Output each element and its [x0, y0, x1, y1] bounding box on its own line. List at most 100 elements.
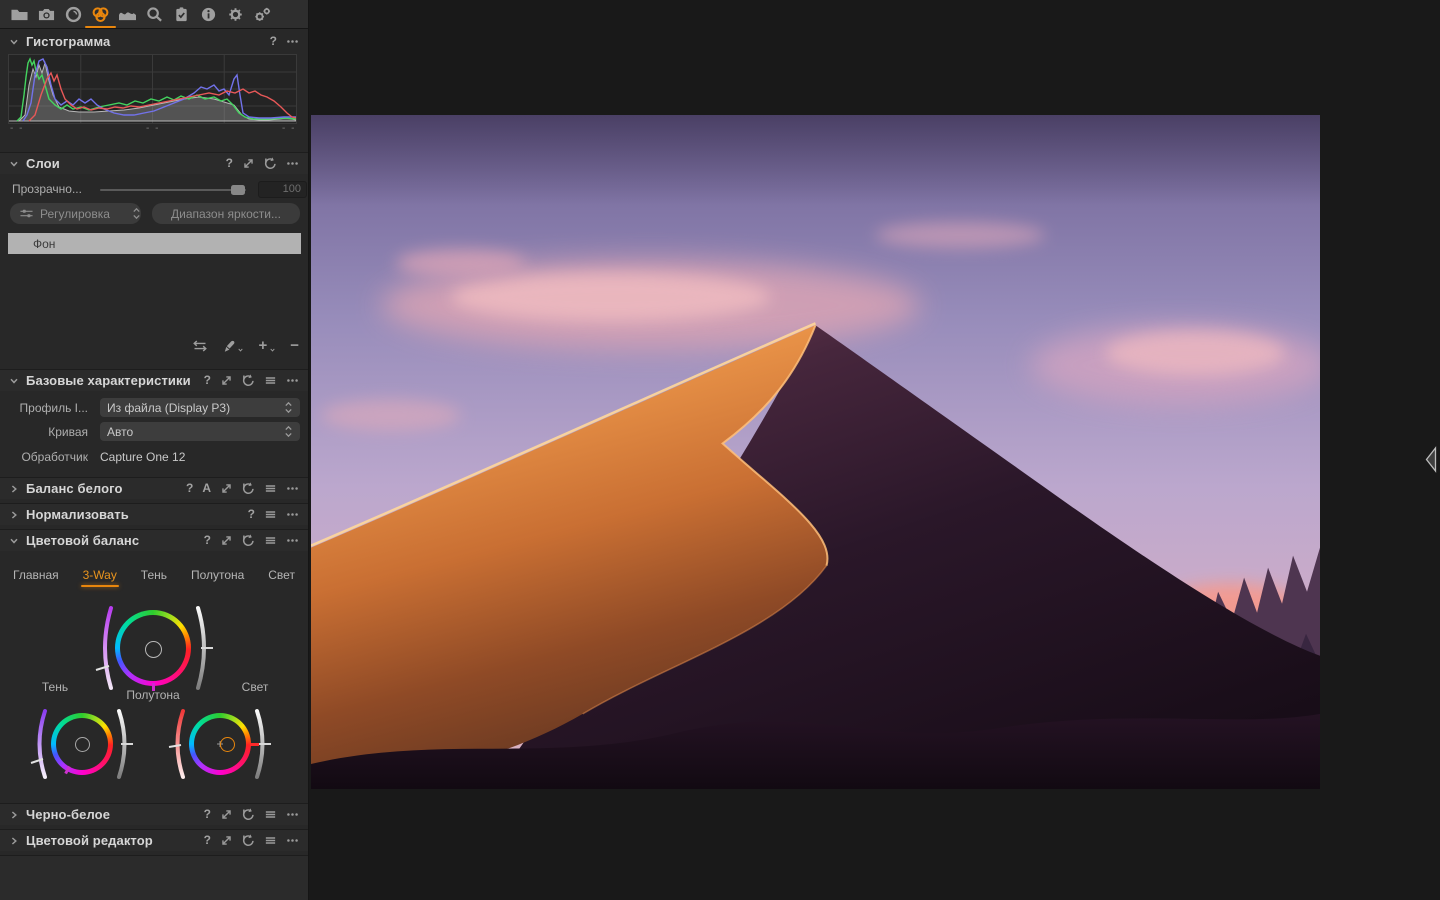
panel-header-white-balance[interactable]: Баланс белого ? A — [0, 477, 308, 499]
remove-layer-button[interactable]: − — [290, 338, 299, 353]
tab-highlight[interactable]: Свет — [268, 568, 295, 582]
shadow-wheel-cursor[interactable] — [75, 737, 90, 752]
draw-mask-button[interactable] — [222, 340, 244, 353]
help-icon[interactable]: ? — [248, 508, 255, 521]
expand-panel-icon[interactable] — [220, 482, 233, 495]
midtone-color-wheel[interactable] — [115, 610, 191, 686]
copy-adjustments-icon[interactable] — [192, 340, 208, 352]
reset-icon[interactable] — [242, 834, 255, 847]
help-icon[interactable]: ? — [226, 157, 233, 170]
tab-master[interactable]: Главная — [13, 568, 59, 582]
presets-menu-icon[interactable] — [264, 534, 277, 547]
tab-midtone[interactable]: Полутона — [191, 568, 244, 582]
presets-menu-icon[interactable] — [264, 374, 277, 387]
presets-menu-icon[interactable] — [264, 834, 277, 847]
highlight-wheel-cursor[interactable] — [220, 737, 235, 752]
tab-output[interactable] — [249, 0, 276, 28]
help-icon[interactable]: ? — [204, 808, 211, 821]
reset-icon[interactable] — [242, 482, 255, 495]
tab-details[interactable] — [141, 0, 168, 28]
help-icon[interactable]: ? — [204, 534, 211, 547]
highlight-saturation-slider[interactable] — [168, 707, 188, 781]
photo-mojave-dune[interactable] — [311, 115, 1320, 789]
panel-header-color-editor[interactable]: Цветовой редактор ? — [0, 829, 308, 851]
chevron-down-icon[interactable] — [9, 376, 19, 386]
tab-shadow[interactable]: Тень — [141, 568, 167, 582]
reset-icon[interactable] — [264, 157, 277, 170]
icc-profile-select[interactable]: Из файла (Display P3) — [100, 398, 300, 417]
tab-lens[interactable] — [60, 0, 87, 28]
process-gears-icon — [252, 6, 273, 23]
midtone-wheel-cursor[interactable] — [145, 641, 162, 658]
layer-type-dropdown[interactable]: Регулировка — [10, 203, 141, 224]
tab-adjustments[interactable] — [168, 0, 195, 28]
chevron-down-icon[interactable] — [9, 159, 19, 169]
expand-panel-icon[interactable] — [242, 157, 255, 170]
opacity-slider[interactable] — [100, 185, 246, 195]
expand-panel-icon[interactable] — [220, 534, 233, 547]
auto-adjust-icon[interactable]: A — [202, 482, 211, 495]
tab-color[interactable] — [85, 0, 116, 28]
luma-range-button[interactable]: Диапазон яркости... — [152, 203, 300, 224]
updown-chevron-icon — [284, 425, 293, 438]
expand-panel-icon[interactable] — [220, 808, 233, 821]
engine-value: Capture One 12 — [100, 449, 186, 464]
presets-menu-icon[interactable] — [264, 508, 277, 521]
tab-metadata[interactable] — [195, 0, 222, 28]
midtone-saturation-slider[interactable] — [94, 603, 116, 693]
panel-menu-icon[interactable] — [286, 834, 299, 847]
tab-exposure[interactable] — [114, 0, 141, 28]
reset-icon[interactable] — [242, 808, 255, 821]
reset-icon[interactable] — [242, 374, 255, 387]
panel-menu-icon[interactable] — [286, 482, 299, 495]
panel-title: Цветовой баланс — [26, 533, 140, 548]
curve-select[interactable]: Авто — [100, 422, 300, 441]
help-icon[interactable]: ? — [204, 834, 211, 847]
panel-header-black-white[interactable]: Черно-белое ? — [0, 803, 308, 825]
panel-header-base-characteristics[interactable]: Базовые характеристики ? — [0, 369, 308, 391]
chevron-right-icon[interactable] — [9, 836, 19, 846]
layer-row-background[interactable]: Фон — [8, 233, 301, 254]
help-icon[interactable]: ? — [186, 482, 193, 495]
highlight-color-wheel[interactable] — [189, 713, 251, 775]
chevron-right-icon[interactable] — [9, 810, 19, 820]
shadow-color-wheel[interactable] — [51, 713, 113, 775]
expand-panel-icon[interactable] — [220, 374, 233, 387]
tab-settings[interactable] — [222, 0, 249, 28]
panel-menu-icon[interactable] — [286, 157, 299, 170]
chevron-right-icon[interactable] — [9, 484, 19, 494]
opacity-value-field[interactable]: 100 — [258, 181, 307, 198]
chevron-right-icon[interactable] — [9, 510, 19, 520]
panel-menu-icon[interactable] — [286, 534, 299, 547]
panel-header-histogram[interactable]: Гистограмма ? — [0, 31, 308, 52]
add-layer-button[interactable]: + — [258, 338, 276, 353]
expand-panel-icon[interactable] — [220, 834, 233, 847]
help-icon[interactable]: ? — [204, 374, 211, 387]
shadow-wheel-title: Тень — [41, 680, 69, 694]
opacity-slider-handle[interactable] — [231, 185, 245, 195]
collapse-panel-arrow[interactable] — [1424, 446, 1437, 473]
tab-3way[interactable]: 3-Way — [80, 568, 120, 587]
reset-icon[interactable] — [242, 534, 255, 547]
tab-capture[interactable] — [33, 0, 60, 28]
presets-menu-icon[interactable] — [264, 808, 277, 821]
panel-title: Гистограмма — [26, 34, 111, 49]
help-icon[interactable]: ? — [270, 35, 277, 48]
panel-menu-icon[interactable] — [286, 808, 299, 821]
panel-header-color-balance[interactable]: Цветовой баланс ? — [0, 529, 308, 551]
panel-header-normalize[interactable]: Нормализовать ? — [0, 503, 308, 525]
panel-title: Слои — [26, 156, 60, 171]
magnifier-icon — [144, 6, 165, 23]
shadow-lightness-slider[interactable] — [114, 707, 134, 781]
chevron-down-icon[interactable] — [9, 536, 19, 546]
panel-header-layers[interactable]: Слои ? — [0, 152, 308, 174]
shadow-saturation-slider[interactable] — [30, 707, 50, 781]
tab-library[interactable] — [6, 0, 33, 28]
presets-menu-icon[interactable] — [264, 482, 277, 495]
panel-menu-icon[interactable] — [286, 508, 299, 521]
panel-menu-icon[interactable] — [286, 35, 299, 48]
lens-icon — [63, 6, 84, 23]
panel-menu-icon[interactable] — [286, 374, 299, 387]
midtone-lightness-slider[interactable] — [193, 603, 215, 693]
chevron-down-icon[interactable] — [9, 37, 19, 47]
